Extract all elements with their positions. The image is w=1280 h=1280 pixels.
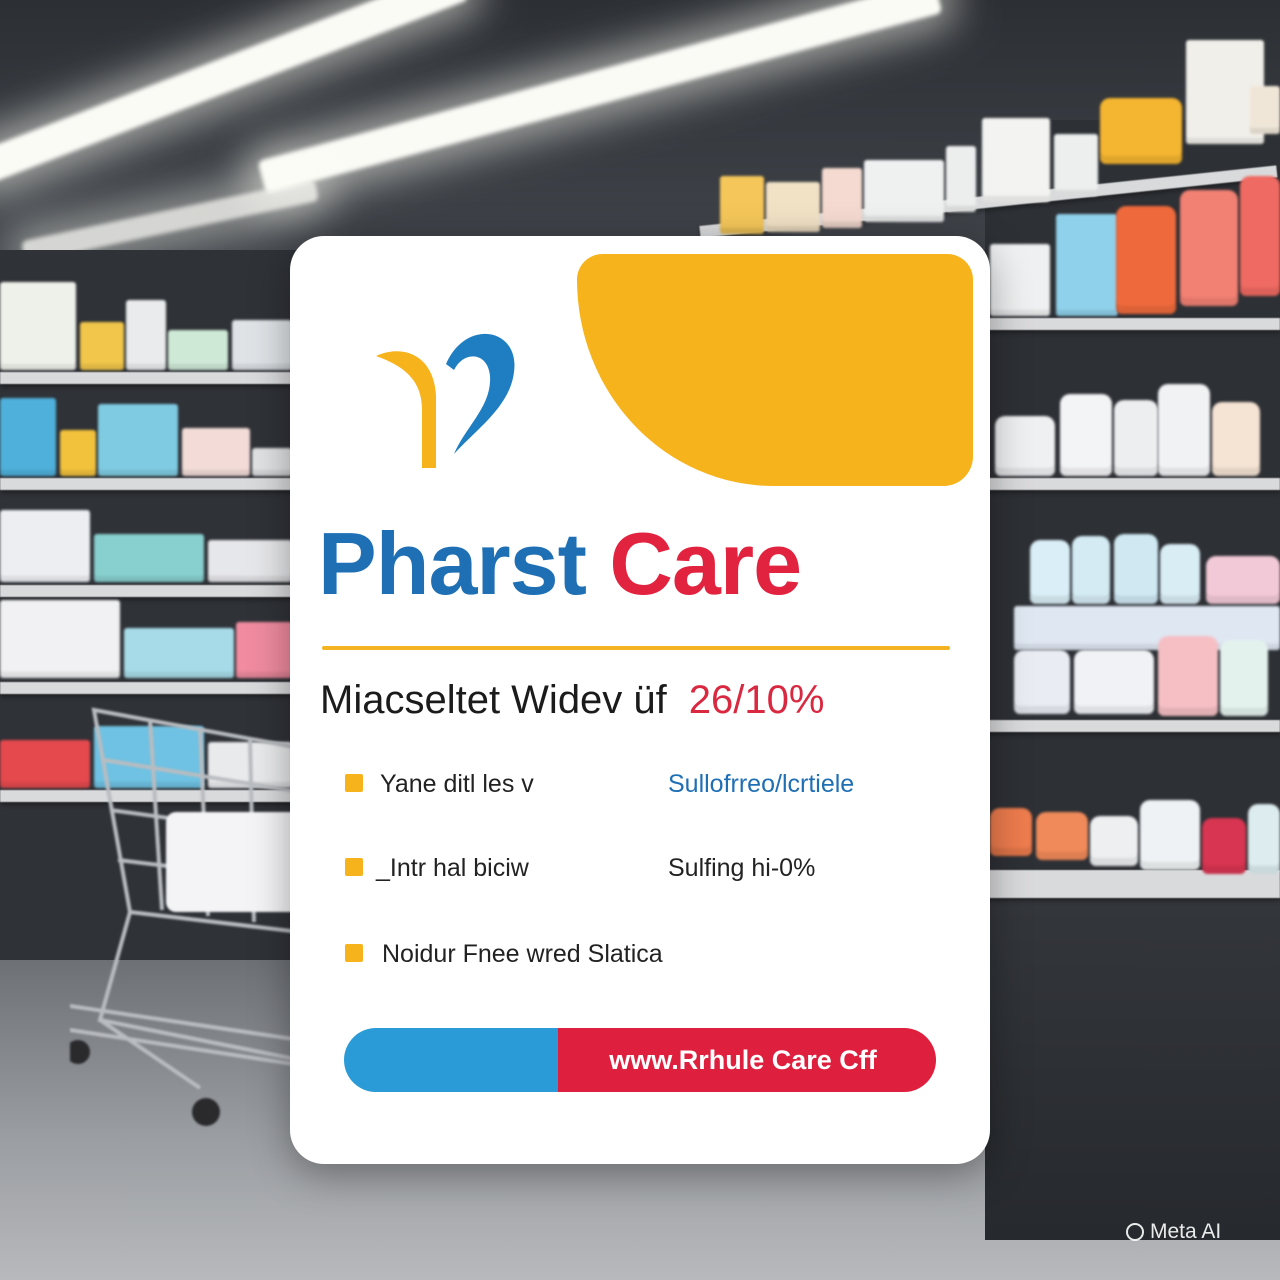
product-jar [1114, 400, 1158, 476]
product-box [232, 320, 292, 370]
shelf [0, 478, 300, 490]
shelf [0, 372, 300, 384]
product-jar [1030, 540, 1070, 604]
shelf [0, 585, 300, 597]
product-box [1056, 214, 1118, 316]
shelf [0, 682, 300, 694]
product-box [208, 540, 292, 582]
product-jar [1072, 536, 1110, 604]
product-jar [1158, 636, 1218, 716]
product-jar [1140, 800, 1200, 870]
product-box [168, 330, 228, 370]
product-box [236, 622, 292, 678]
product-box [0, 398, 56, 476]
shelf [985, 870, 1280, 898]
product-jar [1090, 816, 1138, 866]
product-box [126, 300, 166, 370]
shelf [985, 478, 1280, 490]
product-jar [1114, 534, 1158, 604]
feature-detail: Sulfing hi-0% [668, 854, 816, 882]
bullet-icon [345, 858, 363, 876]
product-box [0, 282, 76, 370]
product-jar [1206, 556, 1280, 604]
product-jar [1060, 394, 1112, 476]
product-jar [1240, 176, 1280, 296]
product-jar [990, 808, 1032, 856]
counter-cabinet [985, 880, 1280, 1240]
feature-text: _Intr hal biciw [376, 854, 529, 882]
product-jar [1212, 402, 1260, 476]
shelf [985, 318, 1280, 330]
watermark-text: Meta AI [1150, 1220, 1222, 1243]
brand-name-secondary: Care [609, 514, 802, 613]
yellow-accent-shape [577, 254, 973, 486]
watermark: Meta AI [1126, 1220, 1221, 1244]
product-box [822, 168, 862, 228]
product-jar [1158, 384, 1210, 476]
brand-name: Pharst Care [318, 520, 978, 608]
product-box [182, 428, 250, 476]
product-jar [1180, 190, 1238, 306]
product-box [98, 404, 178, 476]
product-box [766, 182, 820, 232]
product-box [252, 448, 292, 476]
website-url: www.Rrhule Care Cff [558, 1028, 936, 1092]
product-box [1054, 134, 1098, 196]
product-jar [1014, 650, 1070, 714]
product-box [94, 534, 204, 582]
feature-detail: Sullofrreo/lcrtiele [668, 770, 855, 798]
product-jar [1074, 650, 1154, 714]
product-box [0, 600, 120, 678]
feature-text: Noidur Fnee wred Slatica [382, 940, 663, 968]
product-box [864, 160, 944, 222]
product-jar [1202, 818, 1246, 874]
feature-text: Yane ditl les v [380, 770, 534, 798]
product-box [990, 244, 1050, 316]
product-jar [1160, 544, 1200, 604]
url-bar-accent [344, 1028, 558, 1092]
discount-percent: 26/10% [688, 678, 825, 722]
product-box [1250, 86, 1280, 134]
bullet-icon [345, 944, 363, 962]
product-jar [995, 416, 1055, 476]
product-box [124, 628, 234, 678]
meta-ai-icon [1126, 1223, 1144, 1241]
bullet-icon [345, 774, 363, 792]
product-jar [1100, 98, 1182, 164]
pharmacy-ad-card: Pharst Care Miacseltet Widev üf 26/10% Ya… [290, 236, 990, 1164]
headline: Miacseltet Widev üf 26/10% [320, 680, 960, 720]
website-url-button[interactable]: www.Rrhule Care Cff [344, 1028, 936, 1092]
product-box [80, 322, 124, 370]
headline-text: Miacseltet Widev üf [320, 678, 667, 722]
shopping-cart [70, 707, 300, 1126]
product-box [60, 430, 96, 476]
divider [322, 646, 950, 650]
shelf [985, 720, 1280, 732]
product-box [946, 146, 976, 212]
product-jar [1220, 640, 1268, 716]
product-box [720, 176, 764, 234]
product-box [982, 118, 1050, 202]
product-jar [1248, 804, 1280, 874]
product-jar [1116, 206, 1176, 314]
brand-name-primary: Pharst [318, 514, 587, 613]
product-box [0, 510, 90, 582]
product-jar [1036, 812, 1088, 860]
pharmacy-logo-icon [376, 333, 515, 468]
